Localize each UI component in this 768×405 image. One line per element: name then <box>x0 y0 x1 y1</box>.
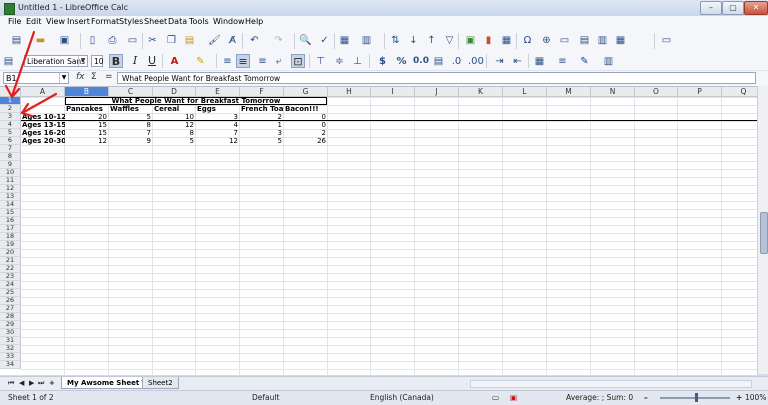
red-arrow-annotations <box>4 30 58 118</box>
zoom-slider-knob[interactable] <box>695 393 698 402</box>
first-sheet-button[interactable]: ⏮ <box>8 379 14 388</box>
next-sheet-button[interactable]: ▶ <box>29 379 34 387</box>
page-style[interactable]: Default <box>252 393 279 402</box>
status-bar: Sheet 1 of 2 Default English (Canada) ▭ … <box>0 390 768 405</box>
add-sheet-button[interactable]: + <box>49 379 55 387</box>
prev-sheet-button[interactable]: ◀ <box>19 379 24 387</box>
zoom-in-button[interactable]: + <box>736 393 742 402</box>
zoom-out-button[interactable]: – <box>644 393 648 402</box>
zoom-level[interactable]: 100% <box>745 393 766 402</box>
selection-mode-icon[interactable]: ▭ <box>492 393 499 402</box>
language-status[interactable]: English (Canada) <box>370 393 434 402</box>
sheet-tab-sheet2[interactable]: Sheet2 <box>142 377 179 389</box>
vertical-scrollbar[interactable] <box>757 86 768 374</box>
horizontal-scrollbar[interactable] <box>470 380 752 388</box>
document-modified-icon: ▣ <box>510 393 518 402</box>
red-arrow-to-row-1 <box>10 30 36 98</box>
sheet-position: Sheet 1 of 2 <box>8 393 54 402</box>
sheet-tab-bar: ⏮ ◀ ▶ ⏭ + My Awsome Sheet Title Sheet2 <box>0 376 768 391</box>
vertical-scroll-thumb[interactable] <box>760 212 768 254</box>
red-arrow-to-row-2 <box>22 92 58 114</box>
last-sheet-button[interactable]: ⏭ <box>38 379 44 388</box>
selection-summary: Average: ; Sum: 0 <box>566 393 634 402</box>
